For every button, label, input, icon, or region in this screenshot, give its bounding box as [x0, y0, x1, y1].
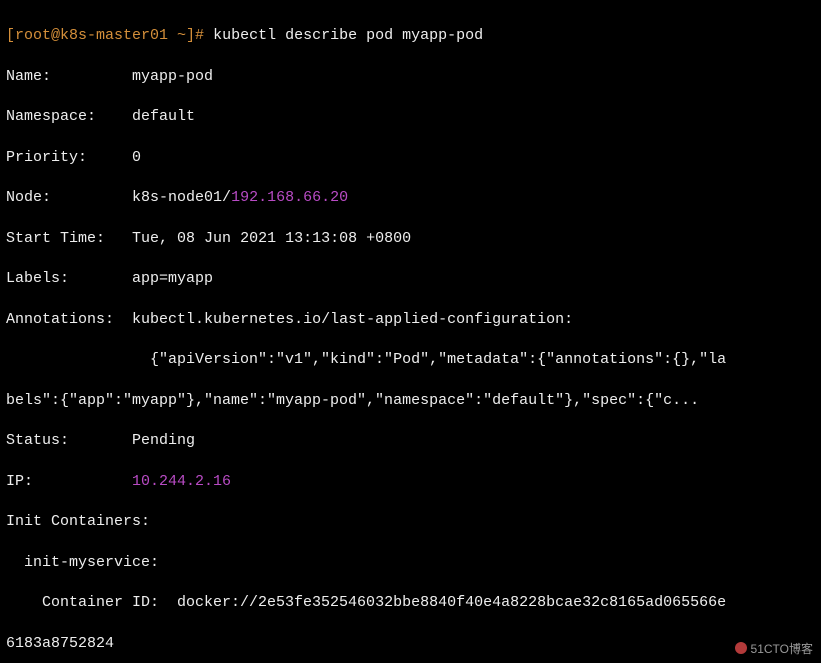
watermark-text: 51CTO博客: [751, 642, 813, 656]
kv-annotations-json2: bels":{"app":"myapp"},"name":"myapp-pod"…: [6, 391, 815, 411]
kv-status: Status: Pending: [6, 431, 815, 451]
shell-prompt: [root@k8s-master01 ~]#: [6, 27, 204, 44]
command-text: kubectl describe pod myapp-pod: [213, 27, 483, 44]
kv-ip: IP: 10.244.2.16: [6, 472, 815, 492]
prompt-line: [root@k8s-master01 ~]# kubectl describe …: [6, 26, 815, 46]
terminal-output: [root@k8s-master01 ~]# kubectl describe …: [0, 0, 821, 663]
kv-annotations: Annotations: kubectl.kubernetes.io/last-…: [6, 310, 815, 330]
kv-namespace: Namespace: default: [6, 107, 815, 127]
kv-annotations-json1: {"apiVersion":"v1","kind":"Pod","metadat…: [6, 350, 815, 370]
kv-start-time: Start Time: Tue, 08 Jun 2021 13:13:08 +0…: [6, 229, 815, 249]
node-ip: 192.168.66.20: [231, 189, 348, 206]
pod-ip: 10.244.2.16: [132, 473, 231, 490]
init-container-name: init-myservice:: [6, 553, 815, 573]
watermark-logo-icon: [735, 642, 747, 654]
kv-priority: Priority: 0: [6, 148, 815, 168]
init-container-id2: 6183a8752824: [6, 634, 815, 654]
kv-name: Name: myapp-pod: [6, 67, 815, 87]
kv-node: Node: k8s-node01/192.168.66.20: [6, 188, 815, 208]
init-container-id: Container ID: docker://2e53fe352546032bb…: [6, 593, 815, 613]
init-containers-header: Init Containers:: [6, 512, 815, 532]
watermark: 51CTO博客: [735, 641, 813, 657]
kv-labels: Labels: app=myapp: [6, 269, 815, 289]
